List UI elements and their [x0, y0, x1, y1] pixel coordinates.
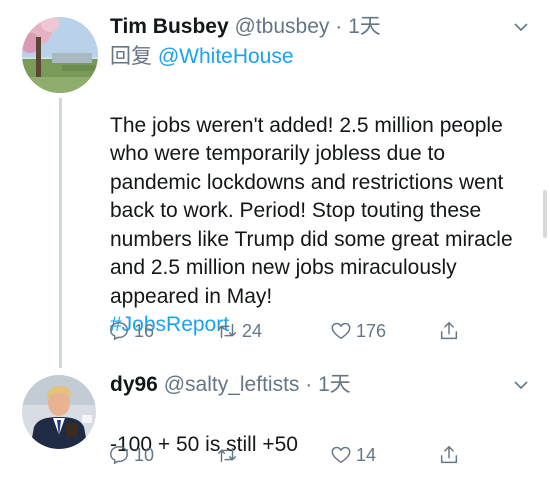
- tweet-header: dy96 @salty_leftists · 1天: [110, 372, 351, 398]
- reply-count: 16: [134, 320, 155, 341]
- avatar[interactable]: [22, 17, 98, 93]
- thread-line: [59, 98, 62, 368]
- retweet-icon: [218, 447, 236, 463]
- retweet-button[interactable]: [216, 442, 242, 468]
- chevron-down-icon[interactable]: [514, 378, 528, 392]
- user-handle[interactable]: @tbusbey: [235, 15, 330, 38]
- share-button[interactable]: [438, 318, 460, 344]
- reply-icon: [110, 322, 128, 340]
- reply-context: 回复 @WhiteHouse: [110, 44, 294, 70]
- display-name[interactable]: dy96: [110, 373, 158, 396]
- retweet-count: 24: [242, 320, 263, 341]
- like-count: 14: [356, 444, 377, 465]
- reply-to-link[interactable]: @WhiteHouse: [158, 45, 294, 68]
- reply-count: 10: [134, 444, 155, 465]
- heart-icon: [331, 322, 351, 340]
- tweet[interactable]: Tim Busbey @tbusbey · 1天 回复 @WhiteHouse …: [0, 0, 550, 368]
- tweet-body: The jobs weren't added! 2.5 million peop…: [110, 113, 513, 308]
- tweet-actions: 10 14: [108, 442, 468, 468]
- share-icon: [440, 446, 458, 464]
- tweet-header: Tim Busbey @tbusbey · 1天: [110, 14, 381, 40]
- retweet-icon: [218, 323, 236, 339]
- avatar[interactable]: [22, 375, 96, 449]
- tweet[interactable]: dy96 @salty_leftists · 1天 -100 + 50 is s…: [0, 362, 550, 477]
- like-button[interactable]: 14: [330, 442, 376, 468]
- reply-icon: [110, 446, 128, 464]
- separator-dot: ·: [335, 15, 343, 38]
- like-count: 176: [356, 320, 387, 341]
- share-button[interactable]: [438, 442, 460, 468]
- heart-icon: [331, 446, 351, 464]
- chevron-down-icon[interactable]: [514, 20, 528, 34]
- display-name[interactable]: Tim Busbey: [110, 15, 229, 38]
- user-handle[interactable]: @salty_leftists: [164, 373, 300, 396]
- reply-prefix: 回复: [110, 45, 152, 68]
- timestamp[interactable]: 1天: [348, 15, 381, 38]
- share-icon: [440, 322, 458, 340]
- reply-button[interactable]: 10: [108, 442, 154, 468]
- like-button[interactable]: 176: [330, 318, 386, 344]
- reply-button[interactable]: 16: [108, 318, 154, 344]
- retweet-button[interactable]: 24: [216, 318, 262, 344]
- scrollbar[interactable]: [543, 190, 547, 238]
- separator-dot: ·: [305, 373, 313, 396]
- tweet-actions: 16 24 176: [108, 318, 468, 344]
- timestamp[interactable]: 1天: [318, 373, 351, 396]
